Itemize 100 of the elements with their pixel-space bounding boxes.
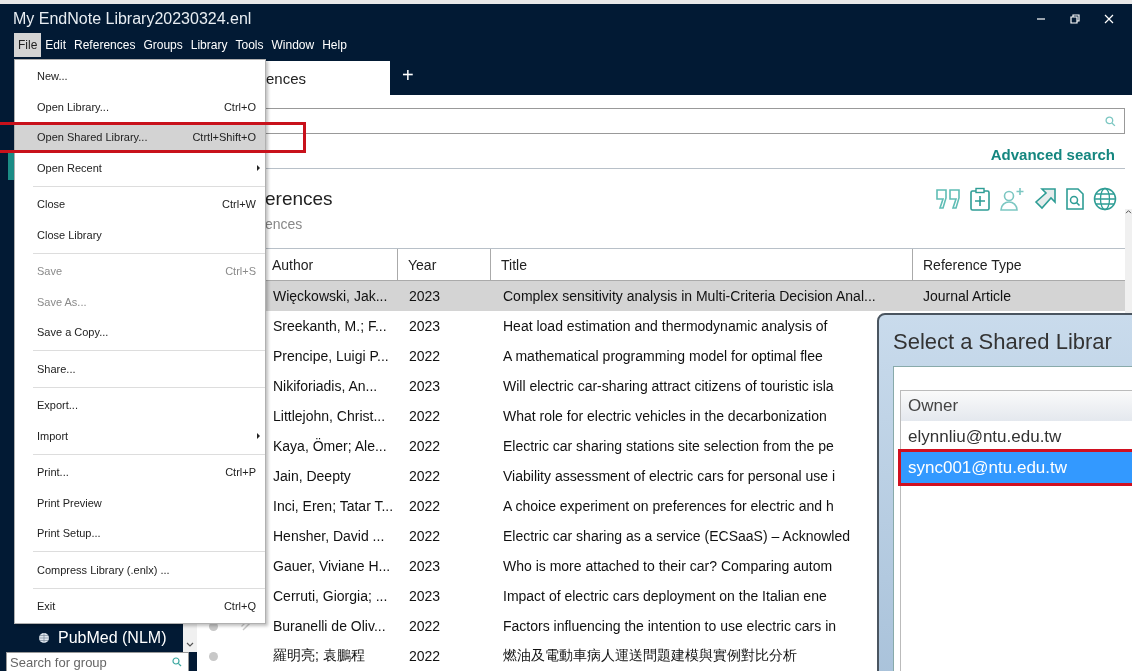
menu-item-label: Import xyxy=(37,429,69,442)
menu-bar-item[interactable]: References xyxy=(70,33,140,57)
title-cell-text: What role for electric vehicles in the decarbonization xyxy=(502,408,828,424)
search-icon xyxy=(172,657,182,667)
group-search-field[interactable]: Search for group xyxy=(6,652,189,671)
menu-item[interactable]: Exit Ctrl+Q xyxy=(15,591,265,622)
title-cell-text: A choice experiment on preferences for electric and h xyxy=(502,498,835,514)
document-search-icon[interactable] xyxy=(1065,186,1085,211)
shortcut-label: Ctrl+P xyxy=(225,466,256,479)
year-cell-text: 2023 xyxy=(408,288,442,304)
menu-item-label: Save As... xyxy=(37,295,87,308)
author-cell-text: Prencipe, Luigi P... xyxy=(272,348,390,364)
menu-bar-item[interactable]: Edit xyxy=(41,33,71,57)
menu-bar-item[interactable]: Help xyxy=(318,33,351,57)
search-icon xyxy=(1105,115,1116,127)
year-cell-text: 2022 xyxy=(408,468,442,484)
title-cell-text: Complex sensitivity analysis in Multi-Criteria Decision Anal... xyxy=(502,288,877,304)
menu-item[interactable]: Compress Library (.enlx) ... xyxy=(15,554,265,585)
chevron-down-icon[interactable] xyxy=(186,642,194,648)
title-cell-text: Electric car sharing stations site selection from the pe xyxy=(502,438,835,454)
menu-item-label: Compress Library (.enlx) ... xyxy=(37,563,170,576)
close-icon[interactable] xyxy=(1104,13,1114,24)
column-header[interactable]: Title xyxy=(490,249,912,280)
title-cell-text: Electric car sharing as a service (ECSaaS) – Acknowled xyxy=(502,528,852,544)
reference-row[interactable]: 羅明亮; 袁鵬程 2022 燃油及電動車病人運送問題建模與實例對比分析 xyxy=(197,641,1125,671)
menu-item-label: Open Library... xyxy=(37,100,109,113)
new-tab-button[interactable]: + xyxy=(390,63,414,93)
year-cell-text: 2022 xyxy=(408,408,442,424)
owner-row[interactable]: elynnliu@ntu.edu.tw xyxy=(901,421,1132,452)
sidebar-item[interactable]: PubMed (NLM) xyxy=(0,624,183,652)
title-cell-text: Who is more attached to their car? Comparing autom xyxy=(502,558,834,574)
author-cell-text: Więckowski, Jak... xyxy=(272,288,389,304)
year-cell-text: 2023 xyxy=(408,378,442,394)
author-cell-text: Cerruti, Giorgia; ... xyxy=(272,588,389,604)
shortcut-label: Ctrl+S xyxy=(225,265,256,278)
shortcut-label: Ctrl+W xyxy=(222,198,256,211)
year-cell-text: 2022 xyxy=(408,348,442,364)
menu-item-label: Export... xyxy=(37,399,78,412)
restore-icon[interactable] xyxy=(1070,13,1080,24)
menu-item-label: Share... xyxy=(37,362,76,375)
menu-item[interactable]: Print... Ctrl+P xyxy=(15,457,265,488)
title-cell-text: Viability assessment of electric cars for personal use i xyxy=(502,468,836,484)
chevron-up-icon[interactable] xyxy=(1125,209,1132,214)
reference-type-cell: Journal Article xyxy=(923,288,1011,304)
globe-icon[interactable] xyxy=(1093,186,1117,211)
menu-item[interactable]: Import xyxy=(15,420,265,451)
scrollbar[interactable] xyxy=(183,624,197,652)
menu-item[interactable]: Print Preview xyxy=(15,487,265,518)
globe-icon xyxy=(38,632,50,644)
menu-item-label: Print... xyxy=(37,466,69,479)
clipboard-plus-icon[interactable] xyxy=(969,186,991,211)
menu-item-label: Save xyxy=(37,265,63,278)
menu-item[interactable]: Share... xyxy=(15,353,265,384)
author-cell-text: Inci, Eren; Tatar T... xyxy=(272,498,395,514)
year-cell-text: 2022 xyxy=(408,438,442,454)
column-header[interactable]: Owner xyxy=(901,391,1132,421)
selection-indicator xyxy=(8,150,14,180)
title-cell-text: Will electric car-sharing attract citizens of touristic isla xyxy=(502,378,835,394)
add-person-icon[interactable] xyxy=(999,186,1025,211)
menu-item[interactable]: Close Ctrl+W xyxy=(15,189,265,220)
menu-item-label: Print Preview xyxy=(37,496,102,509)
menu-bar-item[interactable]: Library xyxy=(186,33,232,57)
menu-item[interactable]: Print Setup... xyxy=(15,518,265,549)
menu-bar-item[interactable]: Tools xyxy=(231,33,268,57)
shortcut-label: Ctrtl+Shift+O xyxy=(192,131,256,144)
title-cell-text: 燃油及電動車病人運送問題建模與實例對比分析 xyxy=(502,647,798,665)
shortcut-label: Ctrl+Q xyxy=(223,600,256,613)
menu-item[interactable]: Close Library xyxy=(15,219,265,250)
title-cell-text: Heat load estimation and thermodynamic analysis of xyxy=(502,318,829,334)
menu-item-label: Exit xyxy=(37,600,56,613)
author-cell-text: Jain, Deepty xyxy=(272,468,352,484)
column-header[interactable]: Author xyxy=(262,249,397,280)
library-heading: erences xyxy=(265,188,333,210)
menu-item-label: Save a Copy... xyxy=(37,326,109,339)
library-subheading: ences xyxy=(265,216,304,232)
arrow-icon[interactable] xyxy=(1033,186,1057,211)
column-header[interactable]: Year xyxy=(397,249,490,280)
menu-bar-item[interactable]: Groups xyxy=(139,33,187,57)
dialog-title: Select a Shared Librar xyxy=(893,329,1113,355)
menu-item[interactable]: Save a Copy... xyxy=(15,317,265,348)
year-cell-text: 2023 xyxy=(408,318,442,334)
title-cell-text: Factors influencing the intention to use electric cars in xyxy=(502,618,838,634)
menu-item-label: New... xyxy=(37,70,68,83)
author-cell-text: Gauer, Viviane H... xyxy=(272,558,392,574)
menu-item-label: Print Setup... xyxy=(37,527,101,540)
menu-item-label: Close Library xyxy=(37,228,102,241)
shortcut-label: Ctrl+O xyxy=(223,100,256,113)
menu-bar-item[interactable]: Window xyxy=(267,33,319,57)
menu-item[interactable]: Open Recent xyxy=(15,152,265,183)
author-cell-text: Hensher, David ... xyxy=(272,528,386,544)
quote-icon[interactable] xyxy=(935,187,961,210)
advanced-search-link[interactable]: Advanced search xyxy=(990,146,1115,163)
year-cell-text: 2023 xyxy=(408,558,442,574)
year-cell-text: 2022 xyxy=(408,618,442,634)
menu-item-label: Open Recent xyxy=(37,161,102,174)
menu-item[interactable]: Export... xyxy=(15,390,265,421)
year-cell-text: 2022 xyxy=(408,648,442,664)
window-title: My EndNote Library20230324.enl xyxy=(13,9,252,28)
menu-item-label: Close xyxy=(37,198,66,211)
menu-bar-item[interactable]: File xyxy=(14,33,42,57)
